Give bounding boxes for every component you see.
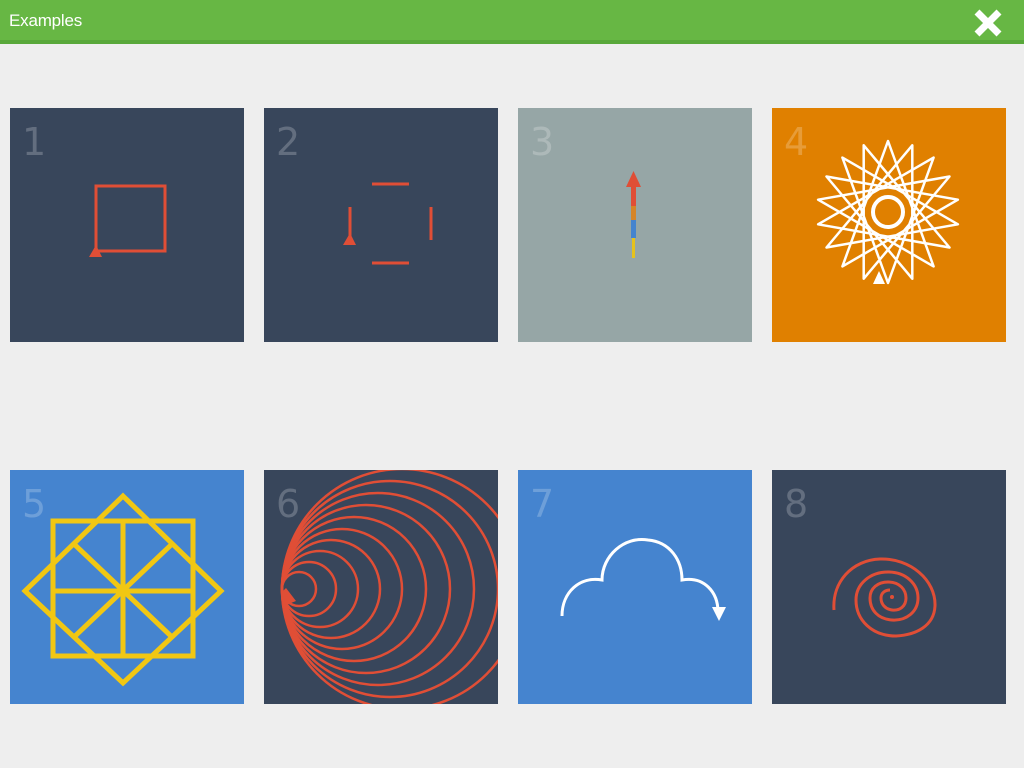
example-number: 4 [784, 120, 809, 164]
example-number: 8 [784, 482, 809, 526]
example-tile-5[interactable]: 5 [10, 470, 244, 704]
close-x-icon[interactable] [972, 7, 1004, 39]
example-number: 1 [22, 120, 47, 164]
example-number: 6 [276, 482, 301, 526]
example-tile-2[interactable]: 2 [264, 108, 498, 342]
example-tile-7[interactable]: 7 [518, 470, 752, 704]
example-tile-1[interactable]: 1 [10, 108, 244, 342]
example-tile-4[interactable]: 4 [772, 108, 1006, 342]
example-tile-6[interactable]: 6 [264, 470, 498, 704]
app-header: Examples [0, 0, 1024, 44]
example-number: 5 [22, 482, 47, 526]
example-number: 7 [530, 482, 555, 526]
example-number: 3 [530, 120, 555, 164]
page-title: Examples [9, 11, 83, 30]
example-tile-8[interactable]: 8 [772, 470, 1006, 704]
example-number: 2 [276, 120, 301, 164]
example-tile-3[interactable]: 3 [518, 108, 752, 342]
